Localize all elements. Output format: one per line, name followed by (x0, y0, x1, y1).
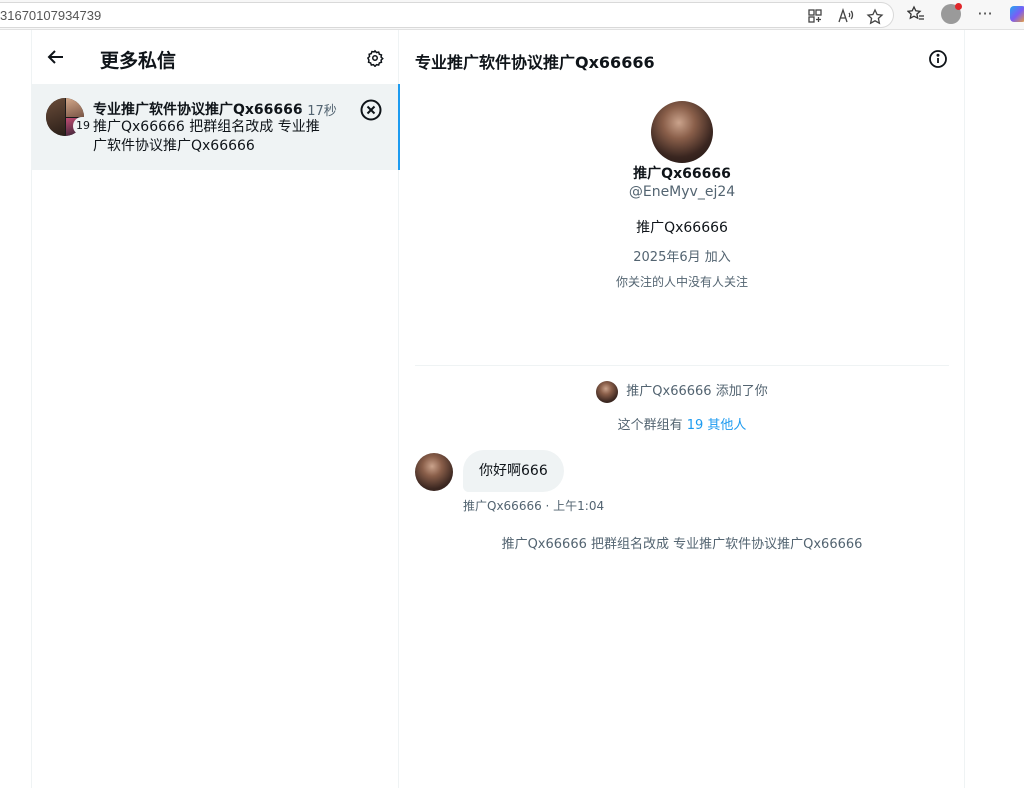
conversation-item[interactable]: 19 专业推广软件协议推广Qx66666 · 17秒 推广Qx66666 把群组… (32, 84, 400, 170)
message-sender-avatar[interactable] (415, 453, 453, 491)
conversation-preview: 推广Qx66666 把群组名改成 专业推广软件协议推广Qx66666 (93, 119, 320, 154)
message-bubble[interactable]: 你好啊666 (463, 450, 564, 492)
copilot-icon[interactable] (1010, 6, 1024, 22)
app-available-icon[interactable] (806, 8, 824, 26)
conversation-header-title: 专业推广软件协议推广Qx66666 (415, 53, 655, 72)
info-icon[interactable] (928, 49, 948, 69)
more-menu-icon[interactable]: ··· (976, 5, 994, 23)
group-members-link[interactable]: 19 其他人 (687, 418, 747, 433)
profile-name[interactable]: 推广Qx66666 (399, 163, 965, 183)
back-arrow-icon[interactable] (46, 47, 66, 67)
message-meta: 推广Qx66666 · 上午1:04 (463, 499, 605, 513)
conversation-time: · 17秒 (299, 104, 337, 119)
profile-handle: @EneMyv_ej24 (628, 184, 736, 200)
profile-joined-date: 2025年6月 加入 (633, 250, 731, 265)
member-count-badge: 19 (73, 117, 93, 135)
close-circle-icon[interactable] (360, 99, 382, 121)
profile-avatar[interactable] (651, 101, 713, 163)
conversation-detail-panel: 专业推广软件协议推广Qx66666 推广Qx66666 @EneMyv_ej24… (399, 30, 965, 788)
profile-notification-dot (955, 3, 962, 10)
added-event: 推广Qx66666 添加了你 (399, 380, 965, 403)
address-bar[interactable]: 31670107934739 (0, 2, 894, 28)
group-members-event: 这个群组有 19 其他人 (399, 414, 965, 433)
rename-event: 推广Qx66666 把群组名改成 专业推广软件协议推广Qx66666 (501, 537, 863, 552)
added-event-text: 推广Qx66666 添加了你 (626, 384, 768, 399)
divider (415, 365, 949, 366)
conversation-list-panel: 更多私信 19 专业推广软件协议推广Qx66666 · 17秒 推广Qx6666… (31, 30, 400, 788)
url-text[interactable]: 31670107934739 (0, 8, 101, 23)
read-aloud-icon[interactable] (837, 7, 855, 26)
profile-bio: 推广Qx66666 (636, 220, 728, 236)
favorite-star-icon[interactable] (866, 8, 884, 26)
profile-followers-note: 你关注的人中没有人关注 (615, 275, 748, 289)
conversation-title: 专业推广软件协议推广Qx66666 (93, 102, 303, 118)
settings-gear-icon[interactable] (366, 49, 384, 68)
browser-toolbar: 31670107934739 ··· (0, 0, 1024, 30)
conversation-list-header: 更多私信 (32, 30, 400, 84)
favorites-icon[interactable] (906, 5, 925, 23)
event-avatar (596, 380, 619, 403)
group-members-prefix: 这个群组有 (617, 418, 683, 433)
page-title: 更多私信 (100, 50, 177, 72)
